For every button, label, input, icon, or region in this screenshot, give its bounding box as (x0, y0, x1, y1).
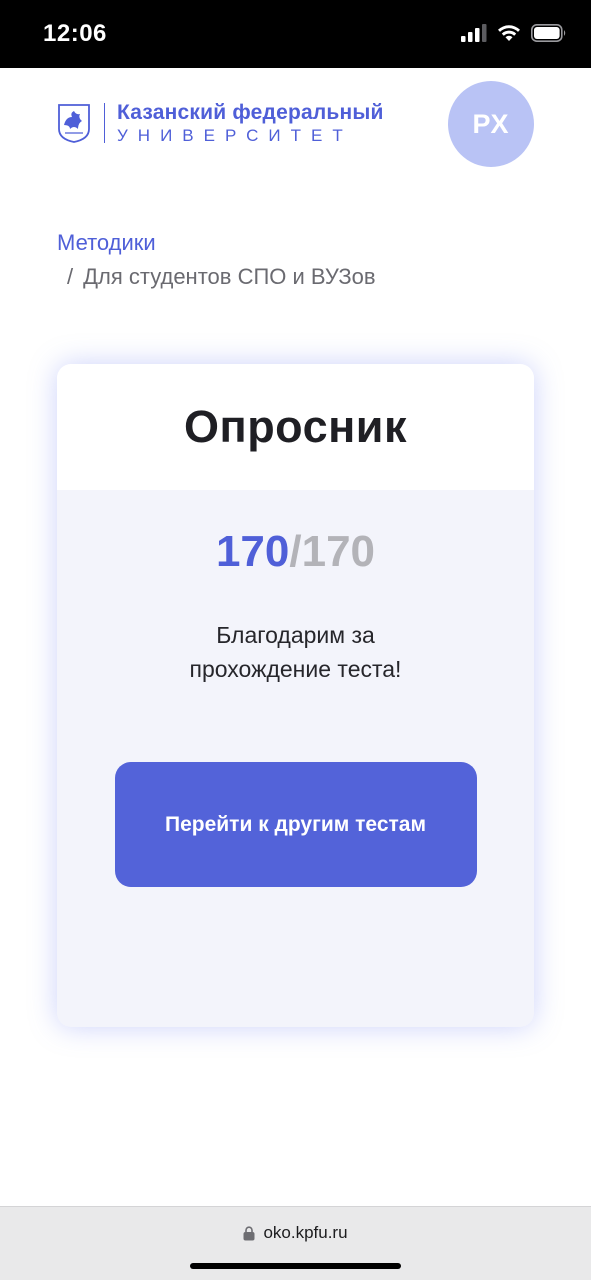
go-to-other-tests-button[interactable]: Перейти к другим тестам (114, 762, 477, 887)
breadcrumb: Методики / Для студентов СПО и ВУЗов (57, 226, 376, 294)
browser-address-bar[interactable]: oko.kpfu.ru (0, 1206, 591, 1280)
breadcrumb-current: / Для студентов СПО и ВУЗов (57, 260, 376, 294)
university-logo[interactable]: Казанский федеральный УНИВЕРСИТЕТ (56, 102, 384, 144)
logo-text: Казанский федеральный УНИВЕРСИТЕТ (117, 102, 384, 144)
logo-divider (104, 103, 105, 143)
breadcrumb-current-label: Для студентов СПО и ВУЗов (83, 264, 376, 289)
score-done: 170 (215, 527, 290, 576)
completion-message: Благодарим за прохождение теста! (189, 622, 402, 682)
battery-icon (531, 24, 566, 42)
url-display[interactable]: oko.kpfu.ru (0, 1223, 591, 1243)
status-icons (461, 24, 567, 42)
logo-line1: Казанский федеральный (117, 101, 384, 124)
score-total: 170 (301, 527, 376, 576)
survey-card: Опросник 170/170 Благодарим за прохожден… (57, 364, 534, 1027)
home-indicator[interactable] (190, 1263, 401, 1269)
wifi-icon (498, 25, 520, 41)
score-counter: 170/170 (57, 526, 534, 578)
cellular-signal-icon (461, 24, 487, 42)
status-time: 12:06 (43, 20, 107, 47)
lock-icon (243, 1225, 255, 1240)
survey-card-header: Опросник (57, 364, 534, 490)
logo-line2: УНИВЕРСИТЕТ (117, 126, 353, 145)
user-avatar[interactable]: РХ (448, 81, 534, 167)
survey-title: Опросник (184, 401, 407, 452)
breadcrumb-separator: / (67, 264, 74, 289)
kfu-emblem-icon (58, 104, 90, 143)
url-text: oko.kpfu.ru (263, 1223, 348, 1242)
screen: 12:06 Казанский федеральный УНИВЕРСИТЕТ … (0, 0, 591, 1280)
breadcrumb-link-methods[interactable]: Методики (57, 226, 376, 260)
score-separator: / (289, 527, 302, 576)
site-header: Казанский федеральный УНИВЕРСИТЕТ РХ (0, 68, 591, 188)
status-bar: 12:06 (0, 0, 591, 68)
